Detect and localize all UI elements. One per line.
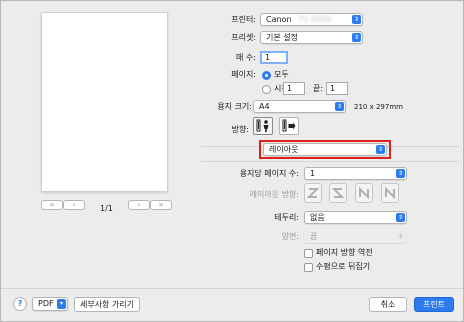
hide-details-label: 세부사항 가리기	[79, 300, 135, 309]
z-direction-icon	[306, 188, 320, 198]
updown-arrows-icon: ⇕	[352, 15, 361, 24]
section-value: 레이아웃	[269, 145, 299, 154]
two-sided-select[interactable]: 끔 ⇕	[304, 230, 407, 243]
portrait-icon	[256, 119, 269, 132]
printer-model-blurred: TS 6000	[298, 15, 331, 24]
page-indicator: 1/1	[100, 204, 113, 213]
paper-dimensions: 210 x 297mm	[354, 103, 403, 111]
orientation-landscape-button[interactable]	[279, 117, 299, 135]
pages-all-label: 모두	[274, 70, 289, 79]
updown-arrows-icon: ⇕	[397, 233, 404, 240]
reverse-z-direction-icon	[331, 188, 345, 198]
footer-divider	[1, 288, 463, 289]
help-icon: ?	[17, 299, 23, 308]
first-page-button[interactable]: «	[41, 200, 63, 210]
n-direction-icon	[359, 186, 369, 200]
reverse-orientation-checkbox[interactable]	[304, 249, 313, 258]
paper-size-label: 용지 크기:	[217, 102, 252, 111]
layout-direction-reverse-z-button[interactable]	[329, 183, 347, 203]
page-preview	[41, 12, 168, 192]
two-sided-value: 끔	[310, 232, 318, 241]
pages-range-radio[interactable]	[262, 85, 271, 94]
cancel-label: 취소	[380, 300, 396, 309]
next-page-button[interactable]: ›	[128, 200, 150, 210]
printer-value: Canon	[266, 15, 292, 24]
preview-nav-forward: › »	[128, 200, 172, 210]
chevron-down-icon: ▾	[57, 299, 66, 309]
paper-size-value: A4	[259, 102, 270, 111]
border-label: 테두리:	[274, 213, 299, 222]
orientation-label: 방향:	[231, 125, 249, 134]
print-label: 프린트	[422, 300, 446, 309]
help-button[interactable]: ?	[13, 297, 27, 311]
layout-direction-z-button[interactable]	[304, 183, 322, 203]
print-dialog: « ‹ 1/1 › » 프린터: Canon TS 6000 ⇕ 프리셋: 기본…	[0, 0, 464, 322]
flip-horizontal-checkbox[interactable]	[304, 263, 313, 272]
updown-arrows-icon: ⇕	[396, 213, 405, 222]
print-button[interactable]: 프린트	[414, 297, 454, 312]
pages-to-label: 끝:	[313, 84, 324, 93]
presets-select[interactable]: 기본 설정 ⇕	[260, 31, 363, 44]
pages-all-radio[interactable]	[262, 71, 271, 80]
pages-to-input[interactable]: 1	[326, 82, 348, 95]
section-select[interactable]: 레이아웃 ⇕	[263, 143, 387, 156]
copies-label: 매 수:	[236, 53, 256, 62]
presets-label: 프리셋:	[231, 33, 256, 42]
updown-arrows-icon: ⇕	[352, 33, 361, 42]
pdf-menu-button[interactable]: PDF ▾	[32, 297, 68, 311]
printer-select[interactable]: Canon TS 6000 ⇕	[260, 13, 363, 26]
two-sided-label: 양면:	[281, 232, 299, 241]
border-select[interactable]: 없음 ⇕	[304, 211, 407, 224]
hide-details-button[interactable]: 세부사항 가리기	[74, 297, 140, 312]
updown-arrows-icon: ⇕	[376, 145, 385, 154]
layout-direction-n-button[interactable]	[355, 183, 373, 203]
last-page-button[interactable]: »	[150, 200, 172, 210]
updown-arrows-icon: ⇕	[335, 102, 344, 111]
orientation-portrait-button[interactable]	[253, 117, 273, 135]
pages-from-input[interactable]: 1	[283, 82, 305, 95]
section-divider-bottom	[201, 161, 459, 162]
layout-direction-reverse-n-button[interactable]	[381, 183, 399, 203]
layout-direction-label: 레이아웃 방향:	[249, 190, 299, 199]
pages-per-sheet-select[interactable]: 1 ⇕	[304, 167, 407, 180]
landscape-icon	[282, 119, 296, 132]
cancel-button[interactable]: 취소	[369, 297, 407, 312]
copies-input[interactable]: 1	[260, 51, 288, 64]
prev-page-button[interactable]: ‹	[63, 200, 85, 210]
paper-size-select[interactable]: A4 ⇕	[253, 100, 346, 113]
pages-per-sheet-value: 1	[310, 169, 316, 178]
reverse-n-direction-icon	[385, 186, 395, 200]
preview-nav-back: « ‹	[41, 200, 85, 210]
pdf-label: PDF	[38, 299, 54, 308]
pages-label: 페이지:	[231, 70, 256, 79]
flip-horizontal-label: 수평으로 뒤집기	[316, 262, 371, 271]
reverse-orientation-label: 페이지 방향 역전	[316, 248, 373, 257]
pages-per-sheet-label: 용지당 페이지 수:	[239, 169, 299, 178]
printer-label: 프린터:	[231, 15, 256, 24]
updown-arrows-icon: ⇕	[396, 169, 405, 178]
presets-value: 기본 설정	[266, 33, 298, 42]
border-value: 없음	[310, 213, 325, 222]
